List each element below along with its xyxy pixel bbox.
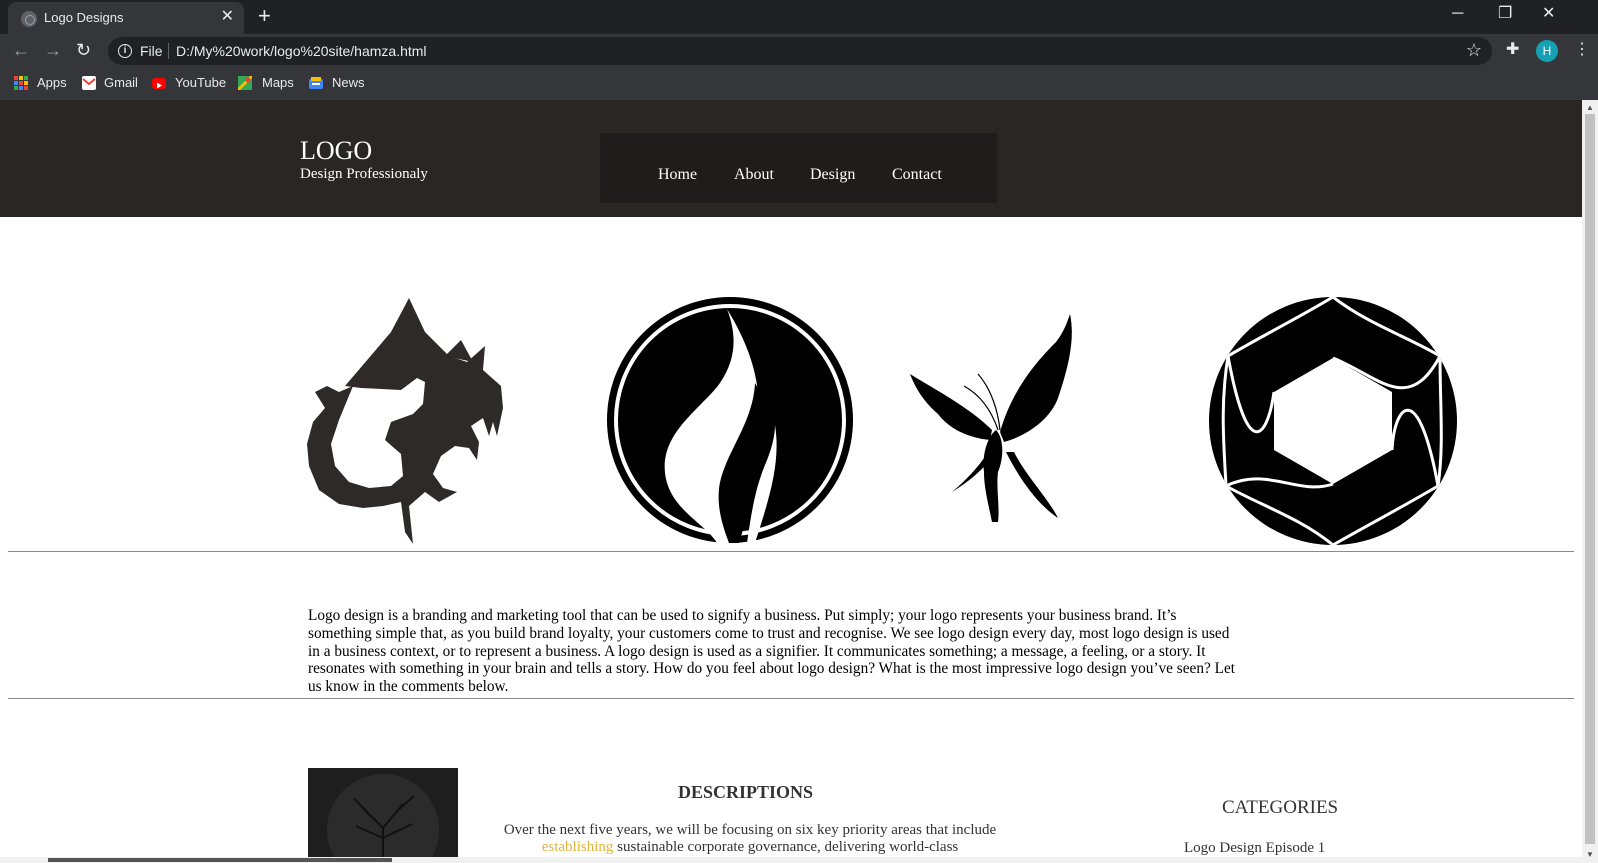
info-icon[interactable]: i (118, 44, 132, 58)
close-window-icon[interactable]: ✕ (1542, 4, 1555, 24)
page-viewport: LOGO Design Professionaly Home About Des… (0, 100, 1582, 863)
aperture-logo-image (1209, 297, 1457, 545)
butterfly-logo-image (910, 314, 1072, 522)
youtube-icon (152, 78, 166, 89)
scroll-down-icon[interactable]: ▼ (1586, 850, 1594, 859)
browser-toolbar: ← → ↻ i File D:/My%20work/logo%20site/ha… (0, 34, 1598, 68)
divider (8, 551, 1574, 552)
address-bar[interactable]: i File D:/My%20work/logo%20site/hamza.ht… (108, 37, 1492, 65)
category-item[interactable]: Logo Design Episode 1 (1184, 840, 1325, 857)
close-tab-icon[interactable]: ✕ (221, 8, 234, 26)
intro-paragraph: Logo design is a branding and marketing … (308, 607, 1235, 696)
main-nav: Home About Design Contact (600, 133, 997, 203)
tree-image (308, 768, 458, 863)
nav-design[interactable]: Design (810, 166, 855, 184)
tab-strip: Logo Designs ✕ + ─ ❐ ✕ (0, 0, 1598, 34)
nav-home[interactable]: Home (658, 166, 697, 184)
bookmark-apps[interactable]: Apps (37, 75, 67, 90)
horizontal-scroll-thumb[interactable] (48, 858, 392, 862)
news-icon (309, 76, 323, 90)
bookmarks-bar: Apps Gmail YouTube Maps News (0, 68, 1598, 100)
vertical-scrollbar[interactable]: ▲ ▼ (1582, 100, 1598, 863)
tab-title: Logo Designs (44, 10, 124, 25)
scroll-thumb[interactable] (1585, 114, 1595, 844)
forward-arrow-icon[interactable]: → (44, 39, 62, 61)
puzzle-icon[interactable]: ✚ (1506, 39, 1519, 59)
bookmark-gmail[interactable]: Gmail (104, 75, 138, 90)
descriptions-text: Over the next five years, we will be foc… (503, 822, 997, 855)
dragon-logo-image (307, 298, 503, 544)
establishing-link[interactable]: establishing (542, 839, 614, 855)
browser-tab[interactable]: Logo Designs ✕ (8, 2, 244, 34)
descriptions-title: DESCRIPTIONS (678, 782, 814, 802)
gmail-icon (82, 76, 96, 90)
more-menu-icon[interactable]: ⋮ (1574, 39, 1590, 59)
scroll-up-icon[interactable]: ▲ (1586, 103, 1594, 112)
new-tab-icon[interactable]: + (258, 4, 271, 28)
site-tagline: Design Professionaly (300, 166, 428, 182)
url-text[interactable]: D:/My%20work/logo%20site/hamza.html (176, 43, 427, 59)
star-icon[interactable]: ☆ (1466, 40, 1482, 61)
url-scheme: File (140, 43, 163, 59)
reload-icon[interactable]: ↻ (76, 39, 91, 61)
profile-avatar[interactable]: H (1536, 40, 1558, 62)
site-header: LOGO Design Professionaly Home About Des… (0, 100, 1582, 217)
url-separator (168, 43, 169, 59)
site-logo[interactable]: LOGO (300, 136, 372, 166)
nav-contact[interactable]: Contact (892, 166, 942, 184)
bookmark-news[interactable]: News (332, 75, 365, 90)
categories-title: CATEGORIES (1222, 797, 1339, 818)
apps-grid-icon (14, 76, 28, 90)
globe-icon (21, 11, 37, 27)
minimize-icon[interactable]: ─ (1452, 4, 1463, 24)
horizontal-scrollbar[interactable] (0, 857, 1582, 863)
maps-icon (236, 74, 254, 92)
bookmark-maps[interactable]: Maps (262, 75, 294, 90)
bookmark-youtube[interactable]: YouTube (175, 75, 226, 90)
divider (8, 698, 1574, 699)
nav-about[interactable]: About (734, 166, 774, 184)
back-arrow-icon[interactable]: ← (12, 39, 30, 61)
restore-icon[interactable]: ❐ (1498, 4, 1512, 24)
flame-logo-image (607, 297, 853, 543)
